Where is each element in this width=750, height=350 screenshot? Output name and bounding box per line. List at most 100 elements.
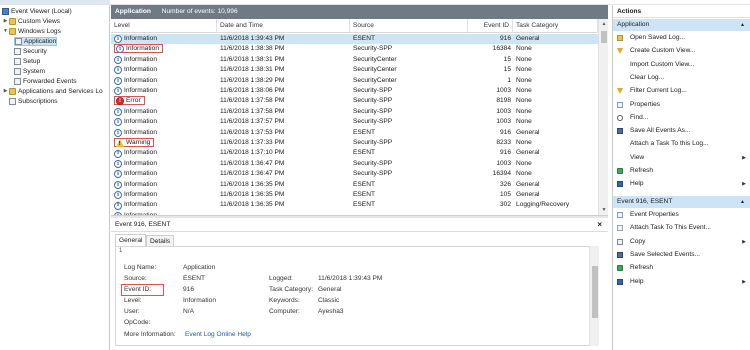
action-attach-a-task-to-this-log[interactable]: Attach a Task To this Log... <box>613 138 750 151</box>
column-header-source[interactable]: Source <box>350 19 468 33</box>
source-cell: ESENT <box>353 191 375 198</box>
tab-general[interactable]: General <box>115 234 147 246</box>
tree-item-label: Custom Views <box>18 18 61 25</box>
information-icon: i <box>114 170 122 179</box>
event-id-cell: 916 <box>499 128 511 136</box>
table-row[interactable]: i Information 11/6/2018 1:38:06 PM Security… <box>111 86 598 96</box>
source-cell: SecurityCenter <box>353 66 397 74</box>
tree-item-subscriptions[interactable]: Subscriptions <box>9 97 58 106</box>
table-row[interactable]: i Information 11/6/2018 1:36:35 PM ESENT 302… <box>111 200 598 210</box>
action-clear-log[interactable]: Clear Log... <box>613 72 750 85</box>
table-row[interactable]: i Information 11/6/2018 1:37:10 PM ESENT 916… <box>111 148 598 158</box>
tree-item-forwarded-events[interactable]: Forwarded Events <box>14 77 77 86</box>
action-help[interactable]: Help ▶ <box>613 178 750 191</box>
table-row[interactable]: i Information 11/6/2018 1:37:57 PM Security… <box>111 117 598 127</box>
tree-item-event-viewer[interactable]: Event Viewer (Local) <box>2 7 72 16</box>
tree-item-label: Application <box>24 38 57 45</box>
level-cell: iInformation <box>114 76 214 86</box>
level-text: Information <box>124 170 157 178</box>
tree-item-application[interactable]: Application <box>14 37 57 46</box>
level-cell: iInformation <box>114 159 214 169</box>
chevron-down-icon[interactable]: ▼ <box>2 27 9 36</box>
action-create-custom-view[interactable]: Create Custom View... <box>613 45 750 58</box>
event-id-cell: 16394 <box>492 170 511 178</box>
tree-item-security[interactable]: Security <box>14 47 47 56</box>
event-id-cell: 8198 <box>496 97 511 105</box>
date-time-cell: 11/6/2018 1:36:35 PM <box>220 191 285 198</box>
chevron-right-icon[interactable]: ▶ <box>2 87 9 96</box>
warning-icon: ! <box>116 138 124 147</box>
table-row[interactable]: i Information 11/6/2018 1:39:43 PM ESENT 916… <box>111 34 598 45</box>
blank-icon <box>617 62 623 68</box>
tree-item-windows-logs[interactable]: ▼ Windows Logs <box>2 27 61 36</box>
tree-item-setup[interactable]: Setup <box>14 57 40 66</box>
table-row[interactable]: i Information 11/6/2018 1:38:38 PM Security… <box>111 44 598 54</box>
table-row[interactable]: i Information 11/6/2018 1:38:31 PM Security… <box>111 55 598 65</box>
column-header-task-category[interactable]: Task Category <box>513 19 598 33</box>
tree-item-custom-views[interactable]: ▶ Custom Views <box>2 17 60 26</box>
table-row[interactable]: i Information 11/6/2018 1:38:29 PM Security… <box>111 76 598 86</box>
level-cell: iInformation <box>114 55 214 65</box>
actions-section-event[interactable]: Event 916, ESENT ▲ <box>613 196 750 208</box>
information-icon: i <box>114 76 122 85</box>
action-refresh[interactable]: Refresh <box>613 165 750 178</box>
table-row[interactable]: i Information 11/6/2018 1:36:35 PM ESENT 105… <box>111 190 598 200</box>
event-id-cell: 16384 <box>492 45 511 53</box>
table-row[interactable]: i Information 11/6/2018 1:36:47 PM Security… <box>111 159 598 169</box>
detail-scrollbar[interactable] <box>589 246 599 346</box>
level-text: Information <box>124 191 157 198</box>
scrollbar-thumb[interactable] <box>601 31 607 43</box>
action-copy[interactable]: Copy ▶ <box>613 236 750 249</box>
log-icon <box>15 38 22 45</box>
action-save-selected-events[interactable]: Save Selected Events... <box>613 249 750 262</box>
table-row[interactable]: i Information 11/6/2018 1:36:47 PM Security… <box>111 169 598 179</box>
level-cell: iInformation <box>114 190 214 200</box>
task-category-cell: General <box>516 128 540 136</box>
task-category-cell: Logging/Recovery <box>516 201 570 209</box>
source-cell: ESENT <box>353 180 375 188</box>
task-category-cell: None <box>516 107 532 115</box>
actions-section-application[interactable]: Application ▲ <box>613 19 750 31</box>
table-row[interactable]: ! Warning 11/6/2018 1:37:33 PM Security-SPP… <box>111 138 598 148</box>
tree-item-system[interactable]: System <box>14 67 45 76</box>
level-cell: iInformation <box>114 200 214 210</box>
chevron-right-icon[interactable]: ▶ <box>2 17 9 26</box>
open-log-icon <box>617 35 623 41</box>
table-row[interactable]: i Information 11/6/2018 1:36:35 PM ESENT 326… <box>111 180 598 190</box>
refresh-icon <box>617 265 623 272</box>
event-list-scrollbar[interactable]: ▲ ▼ <box>598 19 608 215</box>
action-view[interactable]: View ▶ <box>613 152 750 165</box>
table-row[interactable]: i Information 11/6/2018 1:37:58 PM Security… <box>111 107 598 117</box>
scroll-down-icon[interactable]: ▼ <box>599 205 608 215</box>
source-cell: SecurityCenter <box>353 55 397 63</box>
tab-details[interactable]: Details <box>146 235 175 246</box>
level-cell: iInformation <box>114 34 214 44</box>
tree-item-applications-and-services[interactable]: ▶ Applications and Services Lo <box>2 87 103 96</box>
action-label: Save Selected Events... <box>630 250 701 258</box>
level-text: Information <box>124 35 157 42</box>
action-attach-task-to-this-event[interactable]: Attach Task To This Event... <box>613 222 750 235</box>
action-save-all-events-as[interactable]: Save All Events As... <box>613 125 750 138</box>
column-header-event-id[interactable]: Event ID <box>468 19 513 33</box>
collapse-icon[interactable]: ▲ <box>740 196 745 208</box>
task-category-cell: None <box>516 97 532 105</box>
action-help[interactable]: Help ▶ <box>613 276 750 289</box>
label-computer: Computer: <box>269 308 300 315</box>
close-icon[interactable]: × <box>597 218 602 232</box>
column-header-level[interactable]: Level <box>111 19 217 33</box>
scrollbar-thumb[interactable] <box>592 266 598 318</box>
action-refresh[interactable]: Refresh <box>613 262 750 275</box>
table-row[interactable]: ! Error 11/6/2018 1:37:58 PM Security-SPP 81… <box>111 96 598 106</box>
action-event-properties[interactable]: Event Properties <box>613 209 750 222</box>
event-log-online-help-link[interactable]: Event Log Online Help <box>185 331 251 338</box>
collapse-icon[interactable]: ▲ <box>740 19 745 31</box>
column-header-date-time[interactable]: Date and Time <box>217 19 350 33</box>
scroll-up-icon[interactable]: ▲ <box>599 19 608 29</box>
table-row[interactable]: i Information 11/6/2018 1:38:31 PM Security… <box>111 65 598 75</box>
action-open-saved-log[interactable]: Open Saved Log... <box>613 32 750 45</box>
action-properties[interactable]: Properties <box>613 99 750 112</box>
table-row[interactable]: i Information 11/6/2018 1:37:53 PM ESENT 916… <box>111 128 598 138</box>
action-find[interactable]: Find... <box>613 112 750 125</box>
action-filter-current-log[interactable]: Filter Current Log... <box>613 85 750 98</box>
action-import-custom-view[interactable]: Import Custom View... <box>613 59 750 72</box>
